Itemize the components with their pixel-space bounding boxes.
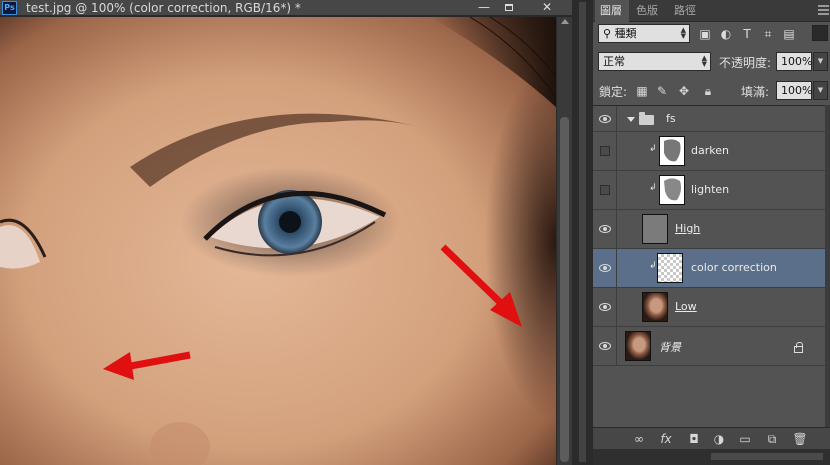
- new-group-icon[interactable]: ▭: [736, 431, 754, 447]
- adjustment-layer-icon[interactable]: ◑: [710, 431, 728, 447]
- panel-bottom-bar: [593, 449, 830, 465]
- layer-name: High: [675, 222, 701, 235]
- shape-filter-icon[interactable]: ⌗: [760, 26, 776, 42]
- layer-row-color-correction[interactable]: ↲ color correction: [593, 249, 825, 288]
- vertical-scrollbar[interactable]: [556, 17, 572, 465]
- clipping-mask-icon: ↲: [649, 183, 657, 193]
- blend-mode-select[interactable]: 正常 ▲ ▼: [598, 52, 711, 71]
- layers-panel: 圖層 色版 路徑 ⚲ 種類 ▲ ▼ ▣ ◐ T ⌗ ▤ 正常 ▲ ▼ 不透明度: 1…: [592, 0, 830, 465]
- lock-image-icon[interactable]: ✎: [654, 83, 670, 99]
- maximize-button[interactable]: [496, 0, 522, 14]
- fx-icon[interactable]: fx: [657, 431, 675, 447]
- layer-thumbnail[interactable]: [642, 214, 668, 244]
- visibility-toggle[interactable]: [593, 327, 617, 365]
- opacity-label: 不透明度:: [719, 56, 772, 70]
- layer-row-background[interactable]: 背景: [593, 327, 825, 366]
- visibility-toggle[interactable]: [593, 210, 617, 248]
- visibility-toggle[interactable]: [593, 171, 617, 209]
- trash-icon[interactable]: 🗑︎: [791, 431, 809, 447]
- smart-object-filter-icon[interactable]: ▤: [781, 26, 797, 42]
- scroll-up-arrow-icon[interactable]: [561, 19, 569, 24]
- layer-thumbnail[interactable]: [642, 292, 668, 322]
- layer-name: Low: [675, 300, 697, 313]
- mask-thumbnail[interactable]: [659, 175, 685, 205]
- type-filter-icon[interactable]: T: [739, 26, 755, 42]
- tab-paths[interactable]: 路徑: [669, 0, 701, 22]
- minimize-button[interactable]: —: [471, 0, 497, 14]
- image-canvas[interactable]: [0, 17, 556, 465]
- lock-all-icon[interactable]: 🔒︎: [700, 83, 716, 99]
- hidden-visibility-box: [600, 185, 610, 195]
- image-filter-icon[interactable]: ▣: [697, 26, 713, 42]
- fill-input[interactable]: 100%: [776, 81, 812, 100]
- filter-kind-label: 種類: [614, 27, 637, 40]
- group-expand-icon[interactable]: [627, 117, 635, 122]
- opacity-dropdown-icon[interactable]: ▼: [813, 52, 828, 71]
- layer-name: fs: [666, 112, 676, 125]
- layer-row-low[interactable]: Low: [593, 288, 825, 327]
- panel-menu-icon[interactable]: [818, 5, 829, 15]
- horizontal-scrollbar[interactable]: [711, 453, 823, 460]
- lock-transparency-icon[interactable]: ▦: [634, 83, 650, 99]
- tab-channels[interactable]: 色版: [631, 0, 663, 22]
- layer-name: lighten: [691, 183, 730, 196]
- document-window: Ps test.jpg @ 100% (color correction, RG…: [0, 0, 572, 465]
- link-layers-icon[interactable]: ∞: [630, 431, 648, 447]
- spinner-arrows-icon: ▲ ▼: [701, 54, 707, 68]
- layer-lock-icon: [794, 342, 803, 353]
- layer-row-darken[interactable]: ↲ darken: [593, 132, 825, 171]
- layer-thumbnail[interactable]: [625, 331, 651, 361]
- visibility-toggle[interactable]: [593, 132, 617, 170]
- hidden-visibility-box: [600, 146, 610, 156]
- folder-icon: [639, 112, 654, 125]
- layers-panel-footer: ∞ fx ◘ ◑ ▭ ⧉ 🗑︎: [593, 427, 830, 449]
- fill-label: 填滿:: [741, 85, 770, 99]
- layer-filter-select[interactable]: ⚲ 種類 ▲ ▼: [598, 24, 690, 43]
- document-title: test.jpg @ 100% (color correction, RGB/1…: [26, 1, 301, 15]
- eye-icon: [599, 264, 611, 272]
- mask-thumbnail[interactable]: [659, 136, 685, 166]
- blend-mode-value: 正常: [603, 55, 625, 68]
- clipping-mask-icon: ↲: [649, 261, 657, 271]
- new-layer-icon[interactable]: ⧉: [763, 431, 781, 447]
- spinner-arrows-icon: ▲ ▼: [680, 26, 686, 40]
- mask-shape: [664, 139, 681, 162]
- filter-toggle[interactable]: [812, 25, 828, 41]
- layer-name: color correction: [691, 261, 777, 274]
- scroll-thumb[interactable]: [560, 117, 569, 462]
- lock-position-icon[interactable]: ✥: [676, 83, 692, 99]
- layer-name: darken: [691, 144, 729, 157]
- eye-icon: [599, 225, 611, 233]
- visibility-toggle[interactable]: [593, 288, 617, 326]
- search-icon: ⚲: [603, 27, 612, 40]
- fill-dropdown-icon[interactable]: ▼: [813, 81, 828, 100]
- adjustment-filter-icon[interactable]: ◐: [718, 26, 734, 42]
- layer-thumbnail[interactable]: [657, 253, 683, 283]
- eye-icon: [599, 303, 611, 311]
- panel-dock-gap: [572, 0, 592, 465]
- layer-name: 背景: [659, 341, 681, 354]
- add-mask-icon[interactable]: ◘: [685, 431, 703, 447]
- maximize-icon: [505, 4, 513, 11]
- panel-tabs: 圖層 色版 路徑: [593, 0, 830, 22]
- layer-row-fs[interactable]: fs: [593, 106, 825, 132]
- opacity-input[interactable]: 100%: [776, 52, 812, 71]
- mask-shape: [664, 178, 681, 201]
- layer-row-lighten[interactable]: ↲ lighten: [593, 171, 825, 210]
- face-photo: [0, 17, 556, 465]
- clipping-mask-icon: ↲: [649, 144, 657, 154]
- layers-scrollbar[interactable]: [825, 105, 830, 427]
- visibility-toggle[interactable]: [593, 249, 617, 287]
- eye-icon: [599, 115, 611, 123]
- document-titlebar[interactable]: Ps test.jpg @ 100% (color correction, RG…: [0, 0, 572, 16]
- tab-layers[interactable]: 圖層: [595, 0, 629, 22]
- layers-list: fs ↲ darken ↲ lighten High ↲ color corre…: [593, 105, 825, 427]
- dock-scrollbar[interactable]: [579, 2, 586, 462]
- layer-row-high[interactable]: High: [593, 210, 825, 249]
- close-button[interactable]: ✕: [534, 0, 560, 14]
- lock-label: 鎖定:: [599, 85, 628, 99]
- visibility-toggle[interactable]: [593, 106, 617, 131]
- photoshop-logo-icon: Ps: [2, 1, 17, 15]
- eye-icon: [599, 342, 611, 350]
